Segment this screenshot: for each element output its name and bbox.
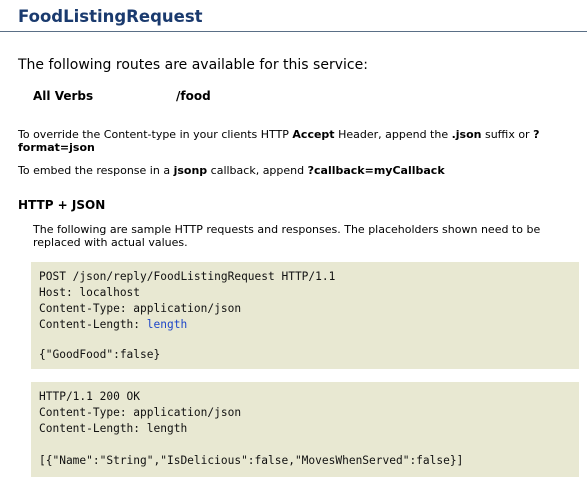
response-line-3: Content-Length: length (39, 422, 188, 435)
response-sample: HTTP/1.1 200 OK Content-Type: applicatio… (31, 382, 579, 477)
section-description: The following are sample HTTP requests a… (33, 223, 541, 249)
accept-keyword: Accept (292, 128, 335, 141)
override-text-2: Header, append the (334, 128, 452, 141)
content-length-label: Content-Length: (39, 318, 147, 331)
request-body: {"GoodFood":false} (39, 348, 161, 361)
embed-text-1: To embed the response in a (18, 164, 174, 177)
section-heading: HTTP + JSON (18, 198, 106, 212)
override-text-1: To override the Content-type in your cli… (18, 128, 293, 141)
request-line-4: Content-Length: length (39, 317, 187, 334)
request-line-2: Host: localhost (39, 286, 141, 299)
routes-intro: The following routes are available for t… (18, 57, 368, 73)
length-placeholder: length (146, 318, 188, 331)
request-line-1: POST /json/reply/FoodListingRequest HTTP… (39, 270, 336, 283)
route-path: /food (176, 89, 211, 103)
response-body: [{"Name":"String","IsDelicious":false,"M… (39, 454, 464, 467)
embed-instructions: To embed the response in a jsonp callbac… (18, 164, 578, 177)
route-verbs: All Verbs (33, 89, 94, 103)
request-line-3: Content-Type: application/json (39, 302, 242, 315)
response-line-2: Content-Type: application/json (39, 406, 242, 419)
json-suffix: .json (451, 128, 482, 141)
page-title: FoodListingRequest (18, 7, 203, 26)
embed-text-2: callback, append (207, 164, 308, 177)
response-line-1: HTTP/1.1 200 OK (39, 390, 141, 403)
title-bar: FoodListingRequest (0, 0, 587, 32)
jsonp-keyword: jsonp (173, 164, 208, 177)
callback-param: ?callback=myCallback (307, 164, 445, 177)
override-text-3: suffix or (481, 128, 534, 141)
override-instructions: To override the Content-type in your cli… (18, 128, 578, 154)
request-sample: POST /json/reply/FoodListingRequest HTTP… (31, 262, 579, 369)
